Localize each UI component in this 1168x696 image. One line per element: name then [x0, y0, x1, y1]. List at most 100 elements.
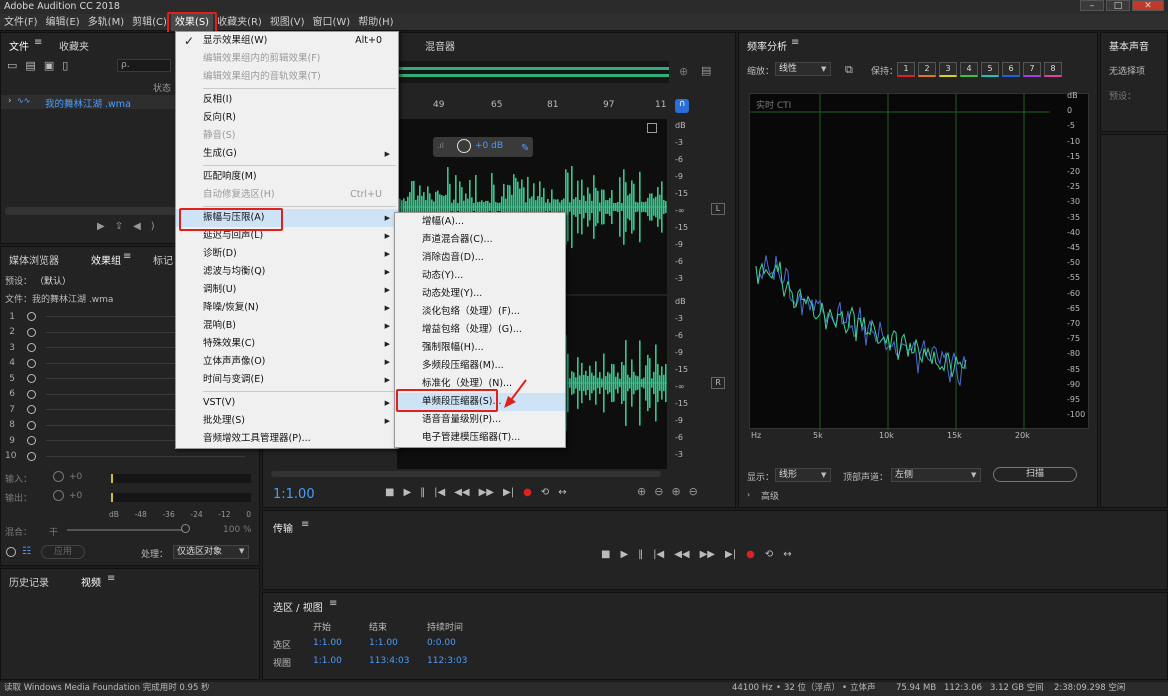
power-icon[interactable]	[27, 389, 36, 399]
pause-icon[interactable]: ‖	[638, 549, 643, 560]
effects-menu-item[interactable]: 显示效果组(W) ✓ Alt+0	[176, 32, 398, 50]
tab-effects-rack[interactable]: 效果组	[91, 252, 121, 267]
view-duration[interactable]: 112:3:03	[427, 656, 467, 666]
menu-icon[interactable]: ≡	[301, 519, 309, 530]
effects-menu-item[interactable]: 立体声声像(O) ▶	[176, 353, 398, 371]
minimize-icon[interactable]: –	[1080, 0, 1104, 11]
rewind-icon[interactable]: ◀◀	[674, 549, 689, 560]
menu-icon[interactable]: ≡	[34, 37, 42, 48]
amplitude-submenu-item[interactable]: 电子管建模压缩器(T)...	[395, 429, 565, 447]
effects-menu-item[interactable]: 生成(G) ▶	[176, 145, 398, 163]
mix-slider-handle[interactable]	[181, 524, 190, 533]
menu-icon[interactable]: ≡	[107, 573, 115, 584]
tab-markers[interactable]: 标记	[153, 252, 173, 267]
go-start-icon[interactable]: |◀	[653, 549, 664, 560]
view-start[interactable]: 1:1.00	[313, 656, 342, 666]
channel-r-button[interactable]: R	[711, 377, 725, 389]
power-icon[interactable]	[27, 343, 36, 352]
menu-favorites[interactable]: 收藏夹(R)	[213, 14, 266, 31]
output-knob-icon[interactable]	[53, 490, 64, 501]
zoom-in-amp-icon[interactable]: ⊕	[637, 485, 646, 498]
menu-view[interactable]: 视图(V)	[266, 14, 309, 31]
new-file-icon[interactable]: ▣	[44, 59, 62, 72]
effects-menu-item[interactable]: 特殊效果(C) ▶	[176, 335, 398, 353]
trash-icon[interactable]: ▯	[62, 59, 76, 72]
advanced-label[interactable]: 高级	[761, 489, 779, 502]
loop-icon[interactable]: ⟲	[765, 549, 773, 560]
stop-icon[interactable]: ■	[385, 487, 394, 498]
channel-l-button[interactable]: L	[711, 203, 725, 215]
loop-icon[interactable]: ⟲	[541, 487, 549, 498]
editor-scrollbar[interactable]	[271, 471, 661, 477]
selection-end[interactable]: 1:1.00	[369, 638, 398, 648]
amplitude-submenu-item[interactable]: 淡化包络（处理）(F)...	[395, 303, 565, 321]
menu-edit[interactable]: 编辑(E)	[42, 14, 84, 31]
effect-slot[interactable]: 10	[5, 449, 253, 464]
hold-button[interactable]: 4	[960, 62, 978, 77]
go-end-icon[interactable]: ▶|	[503, 487, 514, 498]
amplitude-submenu-item[interactable]: 动态(Y)...	[395, 267, 565, 285]
tab-history[interactable]: 历史记录	[9, 574, 49, 589]
power-icon[interactable]	[6, 547, 16, 557]
hold-button[interactable]: 7	[1023, 62, 1041, 77]
stop-icon[interactable]: ■	[601, 549, 610, 560]
power-icon[interactable]	[27, 405, 36, 414]
skip-icon[interactable]: ↔	[558, 487, 566, 498]
volume-icon[interactable]: ◀)	[133, 221, 165, 232]
amplitude-submenu-item[interactable]: 消除齿音(D)...	[395, 249, 565, 267]
effects-menu-item[interactable]: 滤波与均衡(Q) ▶	[176, 263, 398, 281]
selection-duration[interactable]: 0:0.00	[427, 638, 456, 648]
effects-menu-item[interactable]: 匹配响度(M)	[176, 168, 398, 186]
amplitude-submenu-item[interactable]: 动态处理(Y)...	[395, 285, 565, 303]
power-icon[interactable]	[27, 374, 36, 383]
search-input[interactable]: ρ.	[117, 59, 171, 72]
effects-menu-item[interactable]: 批处理(S) ▶	[176, 412, 398, 430]
amplitude-submenu-item[interactable]: 强制限幅(H)...	[395, 339, 565, 357]
power-icon[interactable]	[27, 312, 36, 321]
rewind-icon[interactable]: ◀◀	[454, 487, 469, 498]
hold-button[interactable]: 1	[897, 62, 915, 77]
go-end-icon[interactable]: ▶|	[725, 549, 736, 560]
amplitude-submenu-item[interactable]: 增幅(A)...	[395, 213, 565, 231]
zoom-out-amp-icon[interactable]: ⊖	[654, 485, 663, 498]
tab-favorites[interactable]: 收藏夹	[59, 38, 89, 53]
menu-multitrack[interactable]: 多轨(M)	[84, 14, 128, 31]
scan-button[interactable]: 扫描	[993, 467, 1077, 482]
channel-select[interactable]: 左侧	[891, 468, 981, 482]
export-icon[interactable]: ⇪	[115, 221, 133, 232]
close-icon[interactable]: ✕	[1132, 0, 1164, 11]
menu-help[interactable]: 帮助(H)	[354, 14, 397, 31]
list-icon[interactable]: ☷	[22, 546, 31, 557]
effects-menu-item[interactable]: 降噪/恢复(N) ▶	[176, 299, 398, 317]
play-icon[interactable]: ▶	[403, 487, 411, 498]
mix-slider[interactable]	[67, 529, 183, 531]
menu-icon[interactable]: ≡	[791, 37, 799, 48]
hold-button[interactable]: 3	[939, 62, 957, 77]
time-ruler[interactable]: 49 65 81 97 11	[397, 99, 667, 113]
zoom-in-time-icon[interactable]: ⊕	[671, 485, 680, 498]
current-time[interactable]: 1:1.00	[273, 487, 315, 502]
effects-menu-item[interactable]: 反相(I)	[176, 91, 398, 109]
hold-button[interactable]: 8	[1044, 62, 1062, 77]
menu-window[interactable]: 窗口(W)	[309, 14, 355, 31]
layout-icon[interactable]: ▤	[701, 64, 711, 77]
apply-button[interactable]: 应用	[41, 545, 85, 559]
effects-menu-item[interactable]: 反向(R)	[176, 109, 398, 127]
play-icon[interactable]: ▶	[97, 221, 115, 232]
skip-icon[interactable]: ↔	[783, 549, 791, 560]
menu-clip[interactable]: 剪辑(C)	[128, 14, 171, 31]
folder-icon[interactable]: ▭	[7, 59, 25, 72]
effects-menu-item[interactable]: 调制(U) ▶	[176, 281, 398, 299]
play-icon[interactable]: ▶	[620, 549, 628, 560]
process-select[interactable]: 仅选区对象	[173, 545, 249, 559]
expand-icon[interactable]	[647, 123, 657, 133]
hud-db-value[interactable]: +0 dB	[475, 141, 503, 151]
tab-video[interactable]: 视频	[81, 574, 101, 589]
headphones-icon[interactable]: ∩	[675, 99, 689, 113]
effects-menu-item[interactable]: VST(V) ▶	[176, 394, 398, 412]
go-start-icon[interactable]: |◀	[434, 487, 445, 498]
power-icon[interactable]	[27, 327, 36, 337]
input-knob-icon[interactable]	[53, 471, 64, 482]
effects-menu-item[interactable]: 时间与变调(E) ▶	[176, 371, 398, 389]
maximize-icon[interactable]: □	[1106, 0, 1130, 11]
